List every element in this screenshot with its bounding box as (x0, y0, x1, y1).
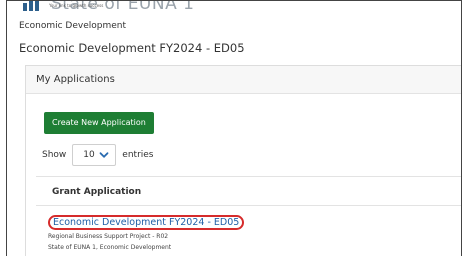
entries-select[interactable]: 10 (72, 144, 117, 166)
table-row: Economic Development FY2024 - ED05 Regio… (36, 206, 461, 256)
my-applications-panel: My Applications Create New Application S… (25, 65, 461, 256)
entries-label: entries (122, 150, 154, 160)
create-new-application-button[interactable]: Create New Application (44, 112, 154, 134)
agency-name: State of EUNA 1, Economic Development (48, 244, 172, 251)
chevron-down-icon (99, 150, 109, 160)
project-name: Regional Business Support Project - R02 (48, 233, 169, 240)
entries-value: 10 (83, 150, 95, 160)
entries-length-control: Show 10 entries (42, 144, 154, 166)
column-header-grant-application[interactable]: Grant Application (36, 176, 461, 206)
page-title: Economic Development FY2024 - ED05 (19, 41, 245, 55)
show-label: Show (42, 150, 67, 160)
site-logo[interactable]: State of EUNA 1 Your link to growth succ… (23, 1, 194, 13)
panel-title: My Applications (26, 66, 461, 94)
breadcrumb[interactable]: Economic Development (19, 21, 126, 31)
application-link[interactable]: Economic Development FY2024 - ED05 (48, 215, 245, 230)
app-window: State of EUNA 1 Your link to growth succ… (6, 0, 462, 256)
logo-tagline: Your link to growth success (49, 3, 104, 8)
logo-icon (23, 1, 45, 13)
